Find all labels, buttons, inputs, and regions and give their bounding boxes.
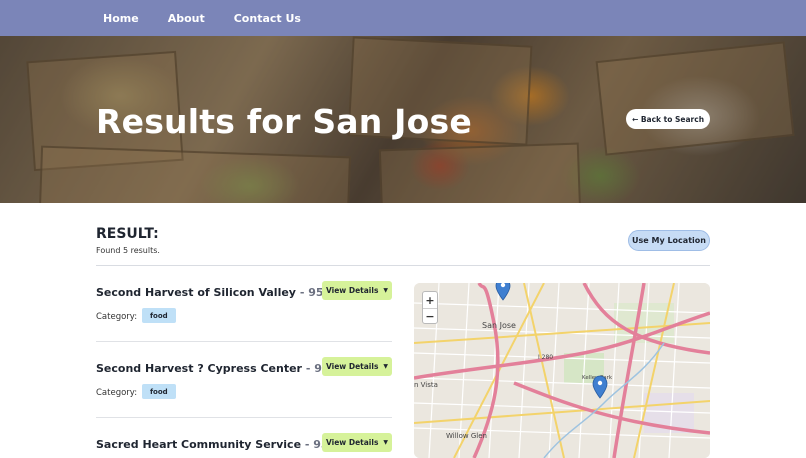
top-navbar: Home About Contact Us — [0, 0, 806, 36]
category-label: Category: — [96, 388, 138, 398]
results-map[interactable]: San Jose n Vista Willow Glen I 280 Kelle… — [414, 283, 710, 458]
caret-down-icon: ▼ — [383, 439, 389, 446]
result-name[interactable]: Second Harvest of Silicon Valley — [96, 286, 296, 299]
view-details-label: View Details — [325, 438, 379, 447]
result-title: Second Harvest ? Cypress Center - 95136 — [96, 362, 352, 375]
nav-contact-link[interactable]: Contact Us — [234, 12, 301, 25]
result-title: Sacred Heart Community Service - 95110 — [96, 438, 352, 451]
nav-about-link[interactable]: About — [168, 12, 205, 25]
results-count: Found 5 results. — [96, 246, 160, 255]
category-label: Category: — [96, 312, 138, 322]
map-zoom-control: + − — [422, 291, 438, 324]
item-divider — [96, 417, 392, 418]
caret-down-icon: ▼ — [383, 363, 389, 370]
result-title: Second Harvest of Silicon Valley - 95125 — [96, 286, 346, 299]
result-name[interactable]: Second Harvest ? Cypress Center — [96, 362, 302, 375]
map-tiles[interactable]: San Jose n Vista Willow Glen I 280 Kelle… — [414, 283, 710, 458]
nav-home-link[interactable]: Home — [103, 12, 139, 25]
use-my-location-button[interactable]: Use My Location — [628, 230, 710, 251]
map-label-san-jose: San Jose — [482, 321, 516, 330]
map-label-280: I 280 — [538, 354, 553, 361]
view-details-button[interactable]: View Details ▼ — [322, 433, 392, 452]
category-badge: food — [142, 308, 176, 323]
view-details-label: View Details — [325, 286, 379, 295]
item-divider — [96, 341, 392, 342]
result-name[interactable]: Sacred Heart Community Service — [96, 438, 301, 451]
back-to-search-button[interactable]: ← Back to Search — [626, 109, 710, 129]
caret-down-icon: ▼ — [383, 287, 389, 294]
results-divider — [96, 265, 710, 266]
view-details-label: View Details — [325, 362, 379, 371]
map-label-vista: n Vista — [414, 381, 438, 389]
zoom-out-button[interactable]: − — [423, 308, 437, 324]
category-badge: food — [142, 384, 176, 399]
view-details-button[interactable]: View Details ▼ — [322, 281, 392, 300]
page-title: Results for San Jose — [96, 102, 472, 141]
zoom-in-button[interactable]: + — [423, 292, 437, 308]
hero-banner: Results for San Jose ← Back to Search — [0, 36, 806, 203]
results-heading: RESULT: — [96, 226, 159, 242]
view-details-button[interactable]: View Details ▼ — [322, 357, 392, 376]
map-label-willow-glen: Willow Glen — [446, 432, 487, 440]
